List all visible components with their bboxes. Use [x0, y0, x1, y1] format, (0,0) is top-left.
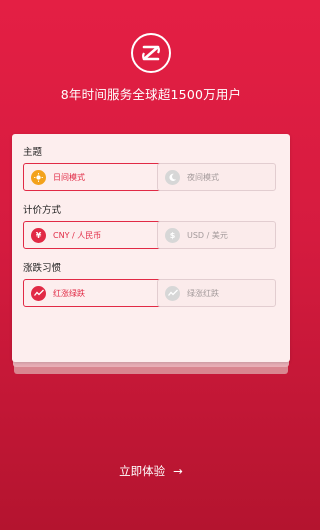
yen-icon: ¥	[31, 227, 46, 243]
option-label: 红涨绿跌	[53, 288, 85, 298]
tagline: 8年时间服务全球超1500万用户	[60, 87, 242, 102]
moon-icon	[165, 169, 180, 185]
option-label: CNY / 人民币	[53, 230, 102, 240]
trend-section-label: 涨跌习惯	[23, 263, 62, 274]
dollar-icon: $	[165, 227, 180, 243]
cta-label: 立即体验	[119, 464, 166, 478]
option-label: 夜间模式	[187, 172, 219, 182]
start-experience-button[interactable]: 立即体验 →	[0, 463, 302, 479]
usd-option[interactable]: $ USD / 美元	[157, 221, 276, 249]
cny-option[interactable]: ¥ CNY / 人民币	[23, 221, 162, 249]
day-mode-option[interactable]: 日间模式	[23, 163, 162, 191]
option-label: USD / 美元	[187, 230, 228, 240]
zb-logo-icon	[131, 33, 171, 73]
night-mode-option[interactable]: 夜间模式	[157, 163, 276, 191]
red-up-green-down-option[interactable]: 红涨绿跌	[23, 279, 162, 307]
settings-card: 主题 日间模式 夜间模式 计价方式 ¥ CNY / 人民币 $ USD / 美元…	[12, 134, 290, 362]
sun-icon	[31, 169, 46, 185]
option-label: 日间模式	[53, 172, 85, 182]
trend-green-up-icon	[165, 285, 180, 301]
arrow-right-icon: →	[173, 464, 183, 478]
trend-red-up-icon	[31, 285, 46, 301]
pricing-section-label: 计价方式	[23, 205, 62, 216]
option-label: 绿涨红跌	[187, 288, 219, 298]
theme-section-label: 主题	[23, 147, 43, 158]
green-up-red-down-option[interactable]: 绿涨红跌	[157, 279, 276, 307]
